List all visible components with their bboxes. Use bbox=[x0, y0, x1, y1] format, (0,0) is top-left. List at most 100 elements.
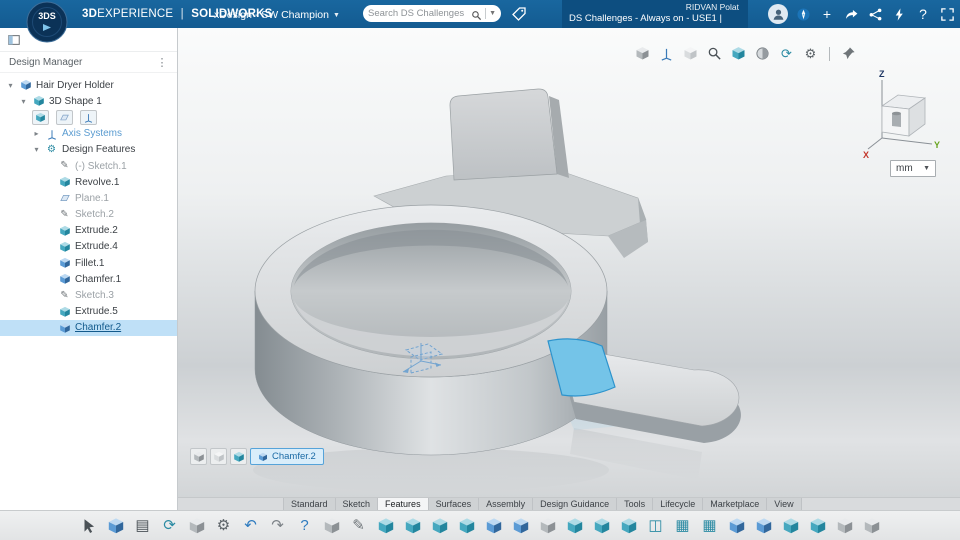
update-icon[interactable]: ⟳ bbox=[158, 514, 182, 538]
tree-item-hair-dryer-holder[interactable]: ▾ Hair Dryer Holder bbox=[0, 77, 177, 93]
loft-icon[interactable] bbox=[455, 514, 479, 538]
hide-show-icon[interactable] bbox=[190, 448, 207, 465]
help-icon[interactable]: ? bbox=[293, 514, 317, 538]
add-content-icon[interactable]: + bbox=[818, 5, 836, 23]
undo-icon[interactable]: ↶ bbox=[239, 514, 263, 538]
tab-assembly[interactable]: Assembly bbox=[479, 498, 534, 510]
tree-item-sketch-2[interactable]: ✎ Sketch.2 bbox=[0, 207, 177, 223]
design-assistant-icon[interactable] bbox=[104, 514, 128, 538]
tree-item-fillet-1[interactable]: Fillet.1 bbox=[0, 255, 177, 271]
tree-item-plane-1[interactable]: Plane.1 bbox=[0, 190, 177, 206]
tab-design-guidance[interactable]: Design Guidance bbox=[533, 498, 618, 510]
combine-icon[interactable] bbox=[779, 514, 803, 538]
tree-item-design-features[interactable]: ▾ ⚙ Design Features bbox=[0, 142, 177, 158]
3d-model-hair-dryer-holder[interactable] bbox=[178, 28, 960, 497]
measure-icon[interactable] bbox=[860, 514, 884, 538]
feature-options-icon[interactable] bbox=[230, 448, 247, 465]
selected-feature-label: Chamfer.2 bbox=[272, 451, 316, 462]
share-icon[interactable] bbox=[842, 5, 860, 23]
collapse-icon[interactable]: ▾ bbox=[32, 145, 41, 154]
search-icon[interactable] bbox=[471, 8, 482, 21]
selected-feature-chip[interactable]: Chamfer.2 bbox=[250, 448, 324, 465]
fill-icon[interactable] bbox=[482, 514, 506, 538]
tree-icon-row[interactable] bbox=[0, 109, 177, 125]
tab-marketplace[interactable]: Marketplace bbox=[703, 498, 768, 510]
pin-icon[interactable] bbox=[839, 44, 858, 63]
tag-icon[interactable] bbox=[511, 6, 527, 22]
rib-icon[interactable] bbox=[590, 514, 614, 538]
display-settings-icon[interactable]: ⚙ bbox=[801, 44, 820, 63]
chamfer-icon[interactable] bbox=[752, 514, 776, 538]
panel-tabs-icon[interactable] bbox=[7, 33, 21, 47]
apps-grid-icon[interactable] bbox=[938, 5, 956, 23]
tree-item-extrude-2[interactable]: Extrude.2 bbox=[0, 223, 177, 239]
tab-sketch[interactable]: Sketch bbox=[335, 498, 379, 510]
tree-item-3d-shape-1[interactable]: ▾ 3D Shape 1 bbox=[0, 93, 177, 109]
mirror-icon[interactable]: ◫ bbox=[644, 514, 668, 538]
fillet-icon[interactable] bbox=[725, 514, 749, 538]
tree-item-label: Extrude.4 bbox=[75, 241, 118, 253]
tree-item-chamfer-1[interactable]: Chamfer.1 bbox=[0, 271, 177, 287]
save-icon[interactable]: ▤ bbox=[131, 514, 155, 538]
tree-item-extrude-5[interactable]: Extrude.5 bbox=[0, 304, 177, 320]
references-filter-icon[interactable] bbox=[80, 109, 97, 125]
workspace-label[interactable]: DS Challenges - Always on - USE1 | bbox=[569, 13, 741, 24]
extrude-icon[interactable] bbox=[374, 514, 398, 538]
assistant-icon[interactable] bbox=[890, 5, 908, 23]
settings-icon[interactable]: ⚙ bbox=[212, 514, 236, 538]
revolve-icon[interactable] bbox=[401, 514, 425, 538]
pocket-icon[interactable] bbox=[509, 514, 533, 538]
panel-menu-icon[interactable]: ⋮ bbox=[156, 56, 168, 69]
avatar[interactable] bbox=[768, 4, 788, 24]
bodies-filter-icon[interactable] bbox=[32, 109, 49, 125]
compass-icon[interactable] bbox=[794, 5, 812, 23]
linear-pattern-icon[interactable]: ▦ bbox=[671, 514, 695, 538]
tab-tools[interactable]: Tools bbox=[617, 498, 654, 510]
split-icon[interactable] bbox=[806, 514, 830, 538]
normal-to-icon[interactable] bbox=[657, 44, 676, 63]
scale-icon[interactable] bbox=[833, 514, 857, 538]
select-icon[interactable] bbox=[77, 514, 101, 538]
expand-icon[interactable]: ▸ bbox=[32, 129, 41, 138]
tree-item-sketch-3[interactable]: ✎ Sketch.3 bbox=[0, 287, 177, 303]
redo-icon[interactable]: ↷ bbox=[266, 514, 290, 538]
3d-viewport[interactable]: ⟳ ⚙ Z X Y mm ▼ Chamfer.2 bbox=[178, 28, 960, 497]
tab-features[interactable]: Features bbox=[378, 498, 429, 510]
shaded-view-icon[interactable] bbox=[633, 44, 652, 63]
hidden-line-icon[interactable] bbox=[681, 44, 700, 63]
tab-lifecycle[interactable]: Lifecycle bbox=[653, 498, 704, 510]
help-icon[interactable]: ? bbox=[914, 5, 932, 23]
tree-item-axis-systems[interactable]: ▸ Axis Systems bbox=[0, 126, 177, 142]
sweep-icon[interactable] bbox=[428, 514, 452, 538]
tree-item-sketch-1[interactable]: ✎ (-) Sketch.1 bbox=[0, 158, 177, 174]
tree-item-revolve-1[interactable]: Revolve.1 bbox=[0, 174, 177, 190]
tab-standard[interactable]: Standard bbox=[283, 498, 336, 510]
collapse-icon[interactable]: ▾ bbox=[6, 81, 15, 90]
tab-surfaces[interactable]: Surfaces bbox=[428, 498, 480, 510]
search-input[interactable] bbox=[368, 8, 469, 19]
primitive-icon[interactable] bbox=[320, 514, 344, 538]
collapse-icon[interactable]: ▾ bbox=[19, 97, 28, 106]
units-dropdown[interactable]: mm ▼ bbox=[890, 160, 936, 177]
model-tab-front[interactable] bbox=[449, 88, 558, 181]
tab-view[interactable]: View bbox=[767, 498, 802, 510]
display-mode-icon[interactable] bbox=[210, 448, 227, 465]
tree-item-chamfer-2[interactable]: Chamfer.2 bbox=[0, 319, 177, 336]
sketches-filter-icon[interactable] bbox=[56, 109, 73, 125]
circular-pattern-icon[interactable]: ▦ bbox=[698, 514, 722, 538]
insert-icon[interactable] bbox=[185, 514, 209, 538]
zoom-fit-icon[interactable] bbox=[705, 44, 724, 63]
sketch-icon[interactable]: ✎ bbox=[347, 514, 371, 538]
shell-icon[interactable] bbox=[563, 514, 587, 538]
community-icon[interactable] bbox=[866, 5, 884, 23]
app-menu[interactable]: xDesign - SW Champion ▼ bbox=[214, 9, 340, 21]
navigation-cube[interactable]: Z X Y bbox=[862, 68, 942, 160]
hole-icon[interactable] bbox=[536, 514, 560, 538]
isometric-view-icon[interactable] bbox=[729, 44, 748, 63]
draft-icon[interactable] bbox=[617, 514, 641, 538]
section-view-icon[interactable] bbox=[753, 44, 772, 63]
tree-item-extrude-4[interactable]: Extrude.4 bbox=[0, 239, 177, 255]
refresh-view-icon[interactable]: ⟳ bbox=[777, 44, 796, 63]
search-scope-chevron-icon[interactable]: ▼ bbox=[489, 10, 496, 17]
3ds-compass-logo[interactable]: 3DS bbox=[26, 1, 68, 43]
